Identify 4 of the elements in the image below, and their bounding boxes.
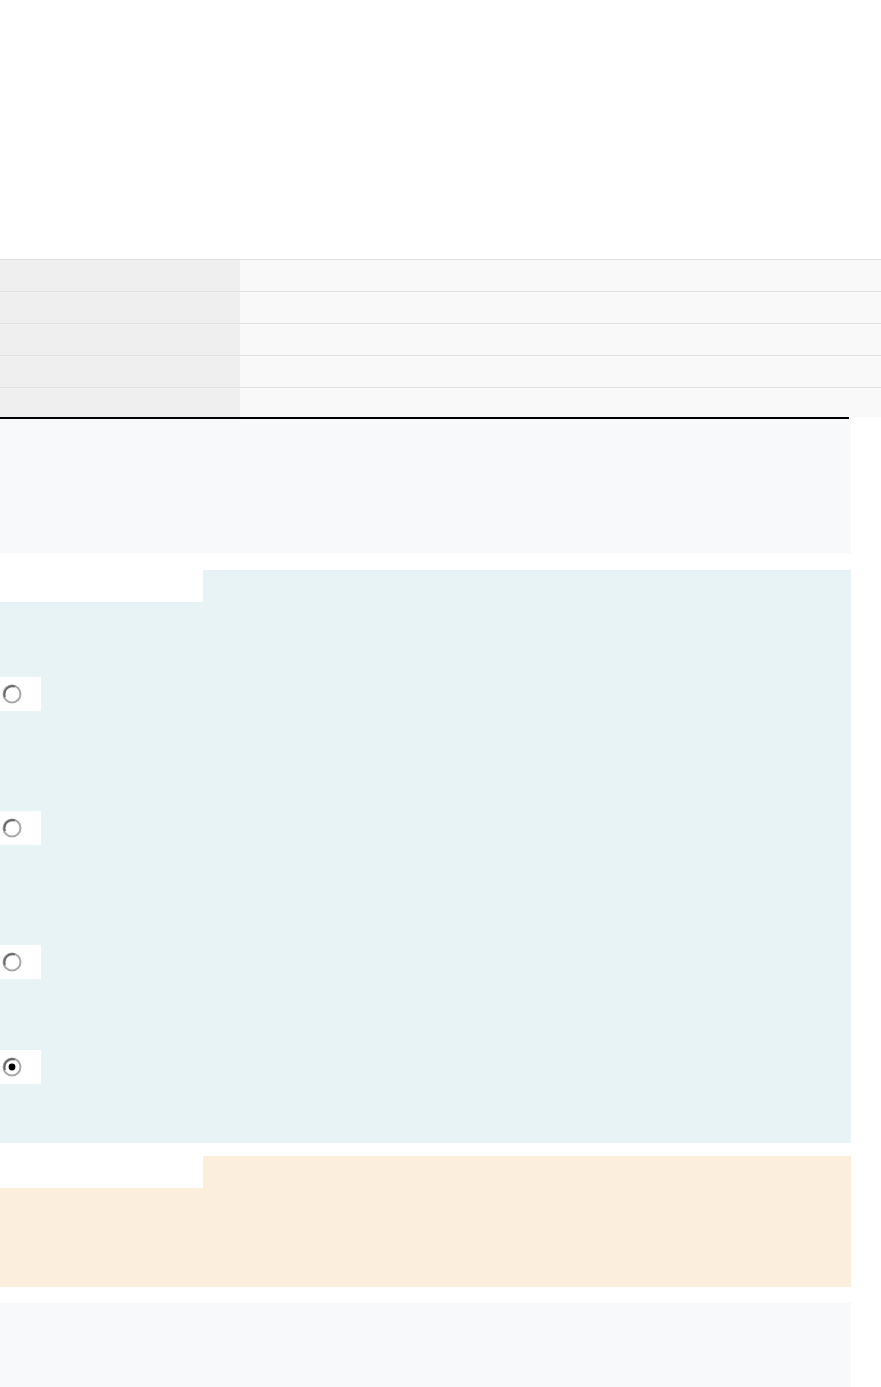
radio-button[interactable]: [2, 1057, 22, 1077]
radio-button[interactable]: [2, 952, 22, 972]
radio-button[interactable]: [2, 684, 22, 704]
radio-button[interactable]: [2, 818, 22, 838]
